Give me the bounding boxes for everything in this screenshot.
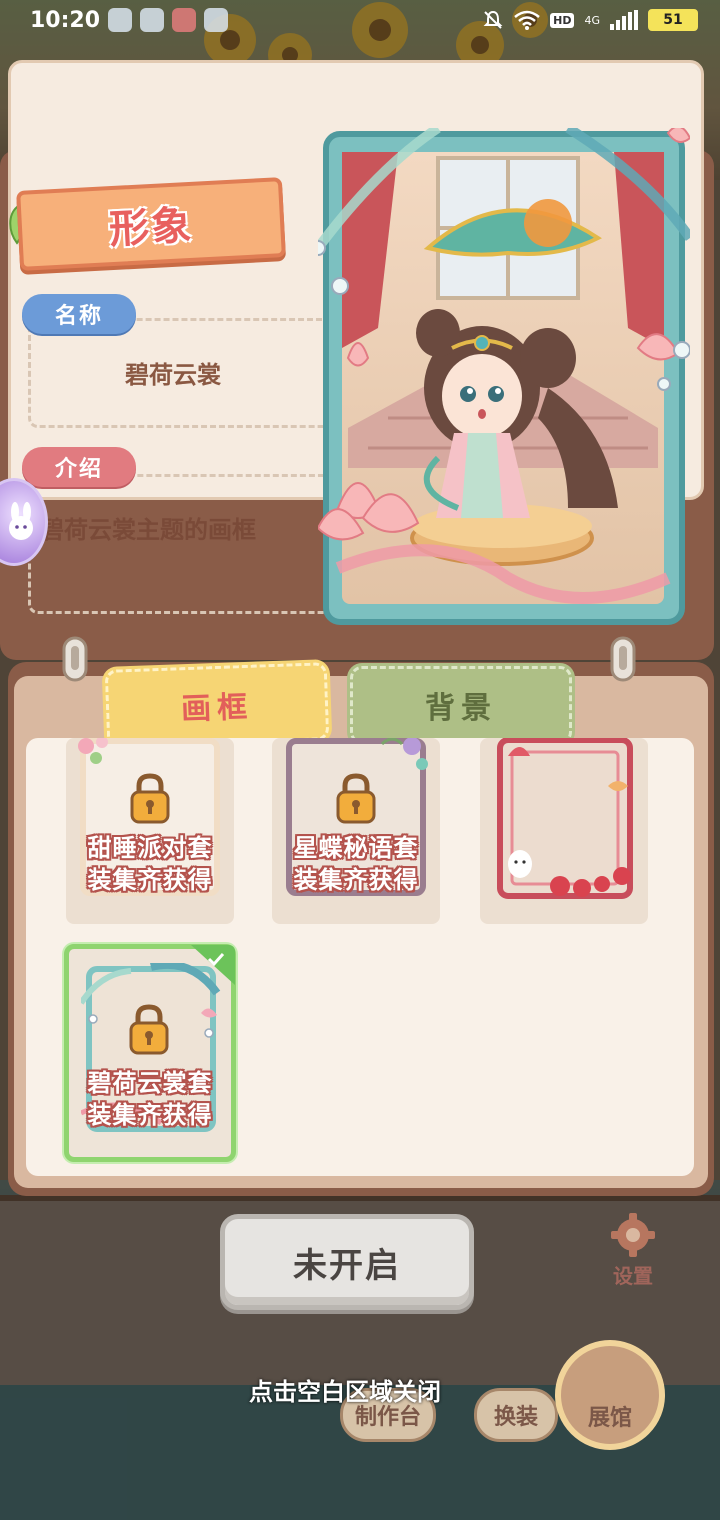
frame-grid: 甜睡派对套 装集齐获得 星蝶秘语套 装集齐获得 碧荷云裳套 装集齐获得 bbox=[26, 738, 694, 1176]
signal-icon bbox=[610, 10, 638, 30]
app-notification-icon bbox=[172, 8, 196, 32]
frame-caption-line1: 甜睡派对套 bbox=[87, 834, 213, 862]
checkmark-icon bbox=[207, 952, 225, 966]
frame-caption-line2: 装集齐获得 bbox=[293, 866, 419, 894]
close-hint: 点击空白区域关闭 bbox=[249, 1378, 441, 1406]
hinge-icon bbox=[610, 636, 636, 682]
battery-icon: 51 bbox=[648, 9, 698, 31]
status-bar: 10:20 HD 4G 51 bbox=[0, 0, 720, 40]
rose-frame-thumbnail bbox=[497, 738, 633, 899]
bunny-icon bbox=[9, 502, 33, 540]
hd-badge: HD bbox=[550, 12, 575, 28]
not-open-button[interactable]: 未开启 bbox=[220, 1214, 474, 1310]
name-value: 碧荷云裳 bbox=[125, 361, 221, 389]
app-notification-icon bbox=[140, 8, 164, 32]
frame-caption: 碧荷云裳套 装集齐获得 bbox=[69, 1067, 231, 1131]
frame-caption-line1: 碧荷云裳套 bbox=[87, 1069, 213, 1097]
name-label: 名称 bbox=[22, 294, 136, 334]
lock-icon bbox=[336, 773, 376, 824]
gear-icon bbox=[611, 1213, 655, 1257]
frame-caption-line2: 装集齐获得 bbox=[87, 866, 213, 894]
frame-caption-line2: 装集齐获得 bbox=[87, 1101, 213, 1129]
status-indicators: HD 4G 51 bbox=[482, 9, 698, 31]
frame-caption: 甜睡派对套 装集齐获得 bbox=[66, 832, 234, 896]
settings-button[interactable]: 设置 bbox=[598, 1212, 668, 1292]
app-notification-icon bbox=[108, 8, 132, 32]
status-time: 10:20 bbox=[30, 7, 101, 33]
frame-item-star-butterfly[interactable]: 星蝶秘语套 装集齐获得 bbox=[272, 738, 440, 924]
settings-label: 设置 bbox=[613, 1264, 653, 1288]
app-notification-icon bbox=[204, 8, 228, 32]
page-title: 形象 bbox=[108, 202, 195, 254]
notification-icons bbox=[108, 8, 228, 32]
frame-item-sweet-sleep[interactable]: 甜睡派对套 装集齐获得 bbox=[66, 738, 234, 924]
mute-bell-icon bbox=[483, 10, 503, 29]
network-type: 4G bbox=[584, 13, 600, 27]
wifi-icon bbox=[514, 10, 540, 30]
battery-level: 51 bbox=[663, 12, 683, 28]
flower-decor-icon bbox=[380, 738, 428, 770]
lock-icon bbox=[129, 1004, 169, 1055]
flower-decor-icon bbox=[78, 738, 108, 764]
tab-frame[interactable]: 画框 bbox=[104, 662, 330, 748]
title-ribbon: 形象 bbox=[16, 177, 286, 271]
tab-background[interactable]: 背景 bbox=[350, 666, 572, 744]
lock-icon bbox=[130, 773, 170, 824]
hinge-icon bbox=[62, 636, 88, 682]
frame-item-rose[interactable] bbox=[480, 738, 648, 924]
frame-item-bihe-yunshang[interactable]: 碧荷云裳套 装集齐获得 bbox=[64, 944, 236, 1162]
frame-caption-line1: 星蝶秘语套 bbox=[293, 834, 419, 862]
character-portrait-frame bbox=[318, 128, 690, 625]
intro-label: 介绍 bbox=[22, 447, 136, 487]
intro-value: 碧荷云裳主题的画框 bbox=[40, 516, 256, 544]
frame-caption: 星蝶秘语套 装集齐获得 bbox=[272, 832, 440, 896]
